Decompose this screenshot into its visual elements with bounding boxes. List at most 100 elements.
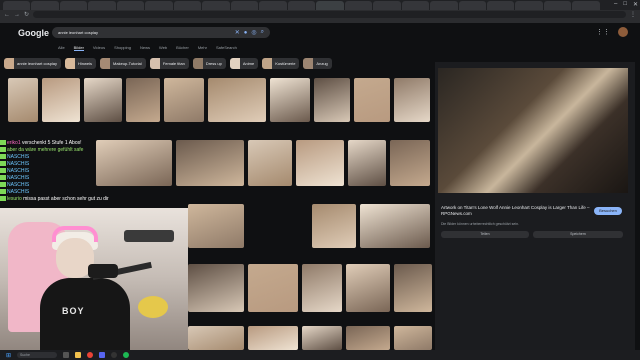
- chat-text: NASCHIS: [7, 189, 30, 195]
- browser-tab[interactable]: [230, 1, 259, 10]
- image-result-thumbnail[interactable]: [296, 140, 344, 186]
- lens-icon[interactable]: ◎: [251, 29, 256, 36]
- browser-tab[interactable]: [316, 1, 344, 10]
- browser-tab[interactable]: [373, 1, 401, 10]
- image-result-thumbnail[interactable]: [346, 264, 390, 312]
- reload-icon[interactable]: ↻: [24, 11, 29, 18]
- tab-bilder[interactable]: Bilder: [73, 45, 84, 51]
- start-icon[interactable]: ⊞: [6, 352, 11, 359]
- refinement-chip[interactable]: Hinweis: [65, 58, 97, 69]
- spotify-icon[interactable]: [123, 352, 130, 358]
- refinement-chip[interactable]: Female titan: [149, 58, 189, 69]
- image-result-thumbnail[interactable]: [314, 78, 350, 122]
- tab-bücher[interactable]: Bücher: [176, 45, 189, 51]
- browser-tab[interactable]: [515, 1, 543, 10]
- browser-tab[interactable]: [88, 1, 116, 10]
- extensions-icon[interactable]: ⋮: [630, 11, 636, 18]
- image-result-thumbnail[interactable]: [348, 140, 386, 186]
- image-result-thumbnail[interactable]: [248, 264, 298, 312]
- image-result-thumbnail[interactable]: [302, 264, 342, 312]
- minimize-button[interactable]: –: [614, 1, 617, 8]
- image-result-thumbnail[interactable]: [188, 326, 244, 350]
- browser-tab[interactable]: [287, 1, 316, 10]
- refinement-chip[interactable]: Anime: [229, 58, 259, 69]
- search-box[interactable]: annie leonhart cosplay ✕ ● ◎ ⌕: [52, 27, 270, 38]
- image-result-thumbnail[interactable]: [346, 326, 390, 350]
- refinement-chip[interactable]: annie leonhart cosplay: [4, 58, 62, 69]
- image-result-thumbnail[interactable]: [394, 326, 432, 350]
- image-result-thumbnail[interactable]: [208, 78, 266, 122]
- browser-tab[interactable]: [401, 1, 430, 10]
- refinement-chip[interactable]: Makeup-Tutorial: [100, 58, 146, 69]
- browser-tab[interactable]: [543, 1, 572, 10]
- browser-tab[interactable]: [344, 1, 373, 10]
- image-result-thumbnail[interactable]: [176, 140, 244, 186]
- discord-icon[interactable]: [99, 352, 106, 358]
- taskbar-search[interactable]: Suche: [17, 352, 58, 358]
- browser-tab[interactable]: [259, 1, 287, 10]
- chat-badge-icon: [0, 154, 6, 160]
- account-avatar[interactable]: [618, 27, 628, 37]
- forward-icon[interactable]: →: [14, 12, 20, 18]
- back-icon[interactable]: ←: [4, 12, 10, 18]
- refinement-chip[interactable]: Kostümerie: [262, 58, 300, 69]
- browser-tab[interactable]: [59, 1, 88, 10]
- image-result-thumbnail[interactable]: [270, 78, 310, 122]
- image-result-thumbnail[interactable]: [84, 78, 122, 122]
- close-window-button[interactable]: ✕: [633, 1, 638, 8]
- explorer-icon[interactable]: [75, 352, 82, 358]
- image-result-thumbnail[interactable]: [394, 264, 432, 312]
- refinement-chip[interactable]: Dress up: [192, 58, 226, 69]
- tab-mehr[interactable]: Mehr: [198, 45, 207, 51]
- url-field[interactable]: [33, 11, 626, 18]
- tab-safesearch[interactable]: SafeSearch: [216, 45, 237, 51]
- tab-web[interactable]: Web: [159, 45, 167, 51]
- browser-tab[interactable]: [572, 1, 600, 10]
- refinement-chip[interactable]: Anzug: [303, 58, 332, 69]
- tab-shopping[interactable]: Shopping: [114, 45, 131, 51]
- tab-alle[interactable]: Alle: [58, 45, 65, 51]
- chat-text: NASCHIS: [7, 161, 30, 167]
- image-result-thumbnail[interactable]: [188, 204, 244, 248]
- image-result-thumbnail[interactable]: [248, 140, 292, 186]
- image-result-thumbnail[interactable]: [394, 78, 430, 122]
- image-result-thumbnail[interactable]: [8, 78, 38, 122]
- copyright-note: Die Bilder können urheberrechtlich gesch…: [441, 222, 520, 226]
- browser-tab[interactable]: [31, 1, 59, 10]
- google-logo[interactable]: Google: [18, 28, 49, 38]
- browser-tab[interactable]: [116, 1, 145, 10]
- clear-icon[interactable]: ✕: [235, 29, 240, 36]
- apps-grid-icon[interactable]: ⋮⋮: [596, 28, 610, 36]
- image-result-thumbnail[interactable]: [312, 204, 356, 248]
- preview-image[interactable]: [438, 68, 628, 193]
- mic-icon[interactable]: ●: [244, 30, 248, 36]
- save-button[interactable]: Speichern: [533, 231, 623, 238]
- browser-tab[interactable]: [3, 1, 31, 10]
- browser-tab[interactable]: [145, 1, 173, 10]
- visit-button[interactable]: Besuchen: [594, 207, 622, 215]
- tab-videos[interactable]: Videos: [93, 45, 105, 51]
- preview-title[interactable]: Artwork on Titan's Lone Wolf Annie Leonh…: [441, 205, 591, 217]
- tab-news[interactable]: News: [140, 45, 150, 51]
- image-result-thumbnail[interactable]: [188, 264, 244, 312]
- search-input[interactable]: annie leonhart cosplay: [58, 30, 231, 35]
- obs-icon[interactable]: [111, 352, 118, 358]
- image-result-thumbnail[interactable]: [390, 140, 430, 186]
- browser-tab[interactable]: [173, 1, 202, 10]
- image-result-thumbnail[interactable]: [302, 326, 342, 350]
- browser-tab[interactable]: [458, 1, 486, 10]
- image-result-thumbnail[interactable]: [164, 78, 204, 122]
- search-icon[interactable]: ⌕: [261, 29, 264, 36]
- maximize-button[interactable]: □: [623, 1, 627, 8]
- browser-tab[interactable]: [202, 1, 230, 10]
- image-result-thumbnail[interactable]: [126, 78, 160, 122]
- share-button[interactable]: Teilen: [441, 231, 529, 238]
- image-result-thumbnail[interactable]: [354, 78, 390, 122]
- image-result-thumbnail[interactable]: [42, 78, 80, 122]
- chrome-icon[interactable]: [87, 352, 94, 358]
- image-result-thumbnail[interactable]: [360, 204, 430, 248]
- image-result-thumbnail[interactable]: [248, 326, 298, 350]
- browser-tab[interactable]: [430, 1, 458, 10]
- browser-tab[interactable]: [486, 1, 515, 10]
- task-view-icon[interactable]: [63, 352, 70, 358]
